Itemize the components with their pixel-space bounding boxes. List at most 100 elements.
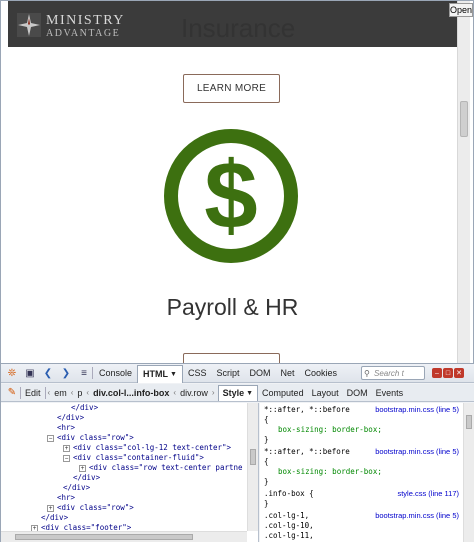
tree-line[interactable]: </div>	[41, 513, 68, 523]
css-selector: *::after, *::before	[264, 405, 350, 414]
page-heading: Insurance	[181, 13, 296, 43]
devtools-subtoolbar: ✎ Edit ‹ em ‹ p ‹ div.col-l...info-box ‹…	[1, 384, 474, 402]
chevron-down-icon: ▼	[170, 370, 177, 378]
css-brace: {	[264, 415, 269, 424]
tree-line[interactable]: </div>	[63, 483, 90, 493]
site-header: MINISTRY ADVANTAGE Insurance	[8, 1, 457, 47]
expand-icon[interactable]: +	[47, 504, 54, 512]
css-selector: *::after, *::before	[264, 447, 350, 456]
search-icon: ⚲	[364, 369, 370, 378]
css-brace: }	[264, 477, 269, 486]
tree-line[interactable]: </div>	[57, 413, 84, 423]
html-tree[interactable]: </div> </div> <hr> − <div class="row"> + <…	[1, 403, 259, 542]
css-source-link[interactable]: bootstrap.min.css (line 5)	[375, 405, 459, 414]
console-icon[interactable]: ≡	[77, 366, 91, 380]
css-brace: }	[264, 435, 269, 444]
tab-style[interactable]: Style ▼	[217, 384, 259, 401]
tab-style-label: Style	[222, 388, 245, 398]
collapse-icon[interactable]: −	[63, 454, 70, 462]
tab-layout[interactable]: Layout	[308, 385, 343, 401]
tab-css[interactable]: CSS	[183, 365, 212, 382]
breadcrumb-row[interactable]: div.row	[177, 388, 211, 398]
section-title: Payroll & HR	[166, 294, 299, 320]
tree-line[interactable]: + <div class="row">	[47, 503, 134, 513]
minimize-icon[interactable]: –	[432, 368, 442, 378]
tree-line[interactable]: <hr>	[57, 493, 75, 503]
css-source-link[interactable]: style.css (line 117)	[397, 489, 459, 498]
divider	[44, 386, 46, 399]
collapse-icon[interactable]: −	[47, 434, 54, 442]
css-brace: {	[264, 457, 269, 466]
tree-line-text: <div class="row text-center partne	[89, 463, 243, 472]
tab-events[interactable]: Events	[372, 385, 408, 401]
tree-line-text: <div class="col-lg-12 text-center">	[73, 443, 232, 452]
browser-window: MINISTRY ADVANTAGE Insurance LEARN MORE …	[0, 0, 474, 542]
tab-console[interactable]: Console	[94, 365, 137, 382]
chevron-down-icon: ▼	[246, 389, 254, 397]
scrollbar-thumb[interactable]	[15, 534, 193, 540]
tree-line[interactable]: − <div class="container-fluid">	[63, 453, 204, 463]
tab-net[interactable]: Net	[276, 365, 300, 382]
css-selector: .col-lg-1,	[264, 511, 310, 520]
learn-more-button[interactable]: LEARN MORE	[183, 74, 280, 103]
tree-line[interactable]: </div>	[73, 473, 100, 483]
css-selector: .col-lg-11,	[264, 531, 314, 540]
css-source-link[interactable]: bootstrap.min.css (line 5)	[375, 511, 459, 520]
css-declaration[interactable]: box-sizing: border-box;	[278, 425, 382, 435]
tab-dom-side[interactable]: DOM	[343, 385, 372, 401]
close-icon[interactable]: ✕	[454, 368, 464, 378]
style-pane[interactable]: *::after, *::before bootstrap.min.css (l…	[260, 403, 463, 542]
page-scrollbar[interactable]	[457, 1, 470, 363]
forward-icon[interactable]: ❯	[59, 366, 73, 380]
divider	[92, 367, 93, 379]
scrollbar-thumb[interactable]	[250, 449, 256, 465]
devtools-toolbar: ❊ ▣ ❮ ❯ ≡ Console HTML ▼ CSS Script DOM N…	[1, 364, 474, 383]
chevron-right-icon[interactable]: ›	[211, 388, 216, 397]
css-selector: .col-lg-10,	[264, 521, 314, 530]
css-brace: }	[264, 499, 269, 508]
search-input[interactable]: ⚲ Search t	[361, 366, 425, 380]
devtools-panel: ❊ ▣ ❮ ❯ ≡ Console HTML ▼ CSS Script DOM N…	[1, 363, 474, 542]
html-scrollbar[interactable]	[247, 403, 258, 531]
style-scrollbar[interactable]	[463, 403, 474, 542]
breadcrumb-info-box[interactable]: div.col-l...info-box	[90, 388, 172, 398]
tree-line[interactable]: − <div class="row">	[47, 433, 134, 443]
divider	[20, 386, 21, 399]
firebug-icon[interactable]: ❊	[5, 366, 19, 380]
tab-dom[interactable]: DOM	[245, 365, 276, 382]
svg-text:$: $	[204, 142, 257, 249]
expand-icon[interactable]: +	[63, 444, 70, 452]
edit-icon[interactable]: ✎	[5, 386, 19, 400]
css-declaration[interactable]: box-sizing: border-box;	[278, 467, 382, 477]
logo-text[interactable]: MINISTRY	[46, 13, 125, 29]
tree-line[interactable]: <hr>	[57, 423, 75, 433]
inspect-icon[interactable]: ▣	[23, 366, 37, 380]
back-icon[interactable]: ❮	[41, 366, 55, 380]
breadcrumb-p[interactable]: p	[74, 388, 85, 398]
tab-html[interactable]: HTML ▼	[137, 364, 183, 383]
tree-line-text: <div class="container-fluid">	[73, 453, 204, 462]
tree-line[interactable]: + <div class="row text-center partne	[79, 463, 243, 473]
search-placeholder: Search t	[374, 369, 404, 378]
tree-line-text: <div class="row">	[57, 503, 134, 512]
compass-star-icon[interactable]	[17, 13, 41, 37]
html-hscrollbar[interactable]	[1, 531, 247, 542]
page-viewport: MINISTRY ADVANTAGE Insurance LEARN MORE …	[8, 1, 457, 363]
tree-line[interactable]: </div>	[71, 403, 98, 413]
css-selector: .info-box {	[264, 489, 314, 498]
tree-line[interactable]: + <div class="col-lg-12 text-center">	[63, 443, 231, 453]
tab-html-label: HTML	[143, 369, 169, 379]
edit-button[interactable]: Edit	[22, 388, 44, 398]
partial-button[interactable]	[183, 353, 280, 363]
logo-subtext[interactable]: ADVANTAGE	[46, 28, 120, 39]
scrollbar-thumb[interactable]	[460, 101, 468, 137]
tab-script[interactable]: Script	[211, 365, 244, 382]
detach-icon[interactable]: □	[443, 368, 453, 378]
css-source-link[interactable]: bootstrap.min.css (line 5)	[375, 447, 459, 456]
expand-icon[interactable]: +	[79, 464, 86, 472]
scrollbar-thumb[interactable]	[466, 415, 472, 429]
tab-computed[interactable]: Computed	[258, 385, 308, 401]
breadcrumb-em[interactable]: em	[51, 388, 70, 398]
open-button[interactable]: Open	[449, 3, 473, 17]
tab-cookies[interactable]: Cookies	[300, 365, 343, 382]
